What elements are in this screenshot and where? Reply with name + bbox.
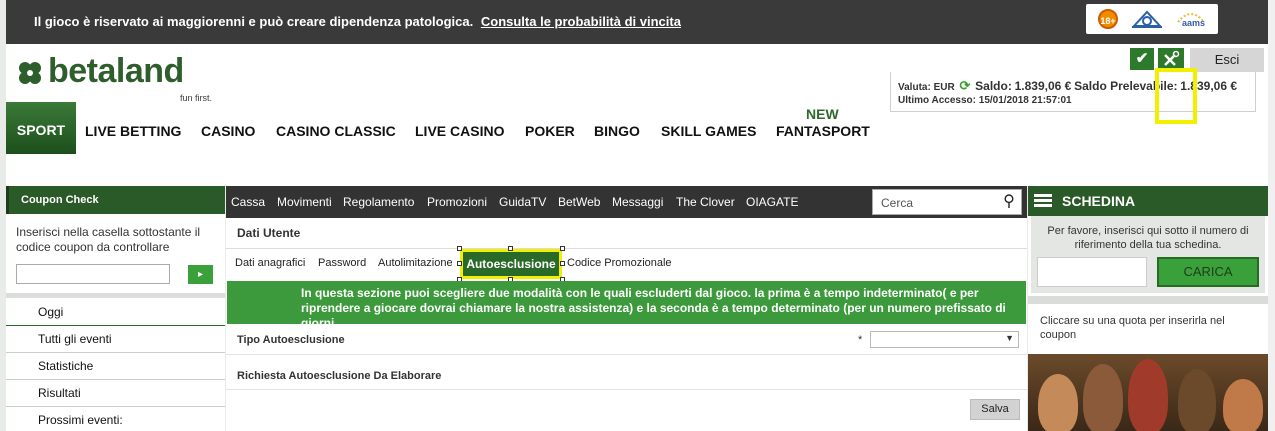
nav-fantasport[interactable]: FANTASPORT bbox=[776, 123, 870, 139]
nav-betweb[interactable]: BetWeb bbox=[558, 195, 600, 209]
highlight-box bbox=[1155, 68, 1197, 124]
last-access-row: Ultimo Accesso: 15/01/2018 21:57:01 bbox=[898, 95, 1072, 106]
betslip-title: SCHEDINA bbox=[1028, 186, 1268, 216]
selection-handle bbox=[560, 261, 565, 266]
scrollbar[interactable] bbox=[1268, 0, 1275, 431]
nav-casino[interactable]: CASINO bbox=[201, 123, 255, 139]
nav-oiagate[interactable]: OIAGATE bbox=[746, 195, 798, 209]
tab-autolimitazione[interactable]: Autolimitazione bbox=[378, 257, 453, 269]
check-icon[interactable]: ✔ bbox=[1130, 48, 1154, 70]
selection-handle bbox=[457, 246, 462, 251]
tab-dati-anagrafici[interactable]: Dati anagrafici bbox=[235, 257, 305, 269]
sidebar-item-oggi[interactable]: Oggi bbox=[6, 299, 225, 326]
coupon-check-title: Coupon Check bbox=[6, 186, 225, 214]
coupon-code-input[interactable] bbox=[16, 264, 170, 284]
site-header: betaland fun first. SPORT LIVE BETTING C… bbox=[6, 44, 1268, 186]
balance-value: 1.839,06 € bbox=[1014, 79, 1072, 93]
betslip-load-panel: Per favore, inserisci qui sotto il numer… bbox=[1031, 216, 1265, 293]
balance-label: Saldo: bbox=[975, 79, 1012, 93]
coupon-check-description: Inserisci nella casella sottostante il c… bbox=[16, 225, 201, 254]
divider bbox=[1028, 296, 1268, 304]
svg-text:aams: aams bbox=[1182, 18, 1205, 28]
selection-handle bbox=[508, 246, 513, 251]
sidebar-item-statistiche[interactable]: Statistiche bbox=[6, 353, 225, 380]
menu-icon[interactable] bbox=[1034, 194, 1052, 208]
tab-autoesclusione[interactable]: Autoesclusione bbox=[460, 249, 562, 279]
logo-wordmark[interactable]: betaland bbox=[48, 52, 184, 91]
nav-sport[interactable]: SPORT bbox=[6, 102, 76, 154]
account-nav: Cassa Movimenti Regolamento Promozioni G… bbox=[226, 186, 1027, 218]
account-summary: Valuta: EUR ⟳ Saldo: 1.839,06 € Saldo Pr… bbox=[890, 72, 1256, 112]
nav-live-casino[interactable]: LIVE CASINO bbox=[415, 123, 504, 139]
last-access-label: Ultimo Accesso: bbox=[898, 95, 976, 106]
betslip-number-input[interactable] bbox=[1037, 257, 1147, 287]
warning-message: Il gioco è riservato ai maggiorenni e pu… bbox=[34, 14, 474, 29]
required-mark: * bbox=[858, 334, 863, 346]
nav-live-betting[interactable]: LIVE BETTING bbox=[85, 123, 181, 139]
search-icon[interactable]: ⚲ bbox=[997, 190, 1021, 214]
nav-movimenti[interactable]: Movimenti bbox=[277, 195, 332, 209]
chevron-down-icon: ▼ bbox=[1005, 333, 1014, 343]
sidebar-item-tutti-eventi[interactable]: Tutti gli eventi bbox=[6, 326, 225, 353]
nav-regolamento[interactable]: Regolamento bbox=[343, 195, 414, 209]
left-sidebar: Coupon Check Inserisci nella casella sot… bbox=[6, 186, 225, 431]
nav-cassa[interactable]: Cassa bbox=[231, 195, 265, 209]
aams-logo-icon: aams bbox=[1174, 8, 1208, 30]
betslip-panel: SCHEDINA Per favore, inserisci qui sotto… bbox=[1028, 186, 1268, 431]
main-nav: SPORT LIVE BETTING CASINO CASINO CLASSIC… bbox=[6, 102, 906, 154]
divider bbox=[226, 354, 1027, 355]
warning-text: Il gioco è riservato ai maggiorenni e pu… bbox=[34, 14, 681, 29]
refresh-icon[interactable]: ⟳ bbox=[959, 78, 970, 94]
betslip-description: Per favore, inserisci qui sotto il numer… bbox=[1047, 225, 1249, 251]
odds-link[interactable]: Consulta le probabilità di vincita bbox=[481, 14, 681, 29]
richiesta-label: Richiesta Autoesclusione Da Elaborare bbox=[237, 370, 442, 382]
nav-poker[interactable]: POKER bbox=[525, 123, 575, 139]
selection-handle bbox=[457, 261, 462, 266]
nav-messaggi[interactable]: Messaggi bbox=[612, 195, 663, 209]
nav-bingo[interactable]: BINGO bbox=[594, 123, 640, 139]
nav-skill-games[interactable]: SKILL GAMES bbox=[661, 123, 756, 139]
main-content: Cassa Movimenti Regolamento Promozioni G… bbox=[226, 186, 1027, 431]
new-badge: NEW bbox=[806, 106, 839, 122]
coupon-check-button[interactable]: ▸ bbox=[188, 265, 213, 284]
clover-logo-icon[interactable] bbox=[16, 59, 44, 87]
tipo-autoesclusione-select[interactable]: ▼ bbox=[870, 331, 1019, 348]
nav-casino-classic[interactable]: CASINO CLASSIC bbox=[276, 123, 396, 139]
tab-codice-promozionale[interactable]: Codice Promozionale bbox=[567, 257, 672, 269]
currency-value: EUR bbox=[933, 82, 955, 93]
nav-guidatv[interactable]: GuidaTV bbox=[499, 195, 546, 209]
search-box[interactable]: Cerca ⚲ bbox=[872, 189, 1022, 215]
betslip-hint: Cliccare su una quota per inserirla nel … bbox=[1040, 315, 1225, 341]
page-title: Dati Utente bbox=[237, 226, 301, 240]
tipo-autoesclusione-label: Tipo Autoesclusione bbox=[237, 334, 345, 346]
nav-promozioni[interactable]: Promozioni bbox=[427, 195, 487, 209]
betslip-title-text: SCHEDINA bbox=[1062, 193, 1136, 209]
age-warning-bar: Il gioco è riservato ai maggiorenni e pu… bbox=[6, 0, 1268, 44]
info-box: In questa sezione puoi scegliere due mod… bbox=[227, 281, 1026, 330]
tools-icon[interactable] bbox=[1158, 48, 1184, 70]
sidebar-item-prossimi-eventi[interactable]: Prossimi eventi: bbox=[6, 407, 225, 431]
save-button[interactable]: Salva bbox=[970, 399, 1020, 420]
nav-the-clover[interactable]: The Clover bbox=[676, 195, 735, 209]
sidebar-item-risultati[interactable]: Risultati bbox=[6, 380, 225, 407]
divider bbox=[6, 293, 225, 298]
last-access-value: 15/01/2018 21:57:01 bbox=[978, 95, 1072, 106]
age-18-icon: 18+ bbox=[1098, 9, 1118, 29]
certification-badges: 18+ aams bbox=[1086, 4, 1218, 34]
divider bbox=[226, 248, 1027, 249]
selection-handle bbox=[560, 246, 565, 251]
load-betslip-button[interactable]: CARICA bbox=[1157, 257, 1259, 287]
currency-label: Valuta: bbox=[898, 82, 931, 93]
search-input[interactable]: Cerca bbox=[881, 196, 913, 210]
adm-logo-icon bbox=[1131, 10, 1163, 28]
divider bbox=[226, 389, 1027, 390]
tab-password[interactable]: Password bbox=[318, 257, 366, 269]
promo-banner-image[interactable] bbox=[1028, 354, 1268, 431]
logout-button[interactable]: Esci bbox=[1190, 48, 1264, 72]
